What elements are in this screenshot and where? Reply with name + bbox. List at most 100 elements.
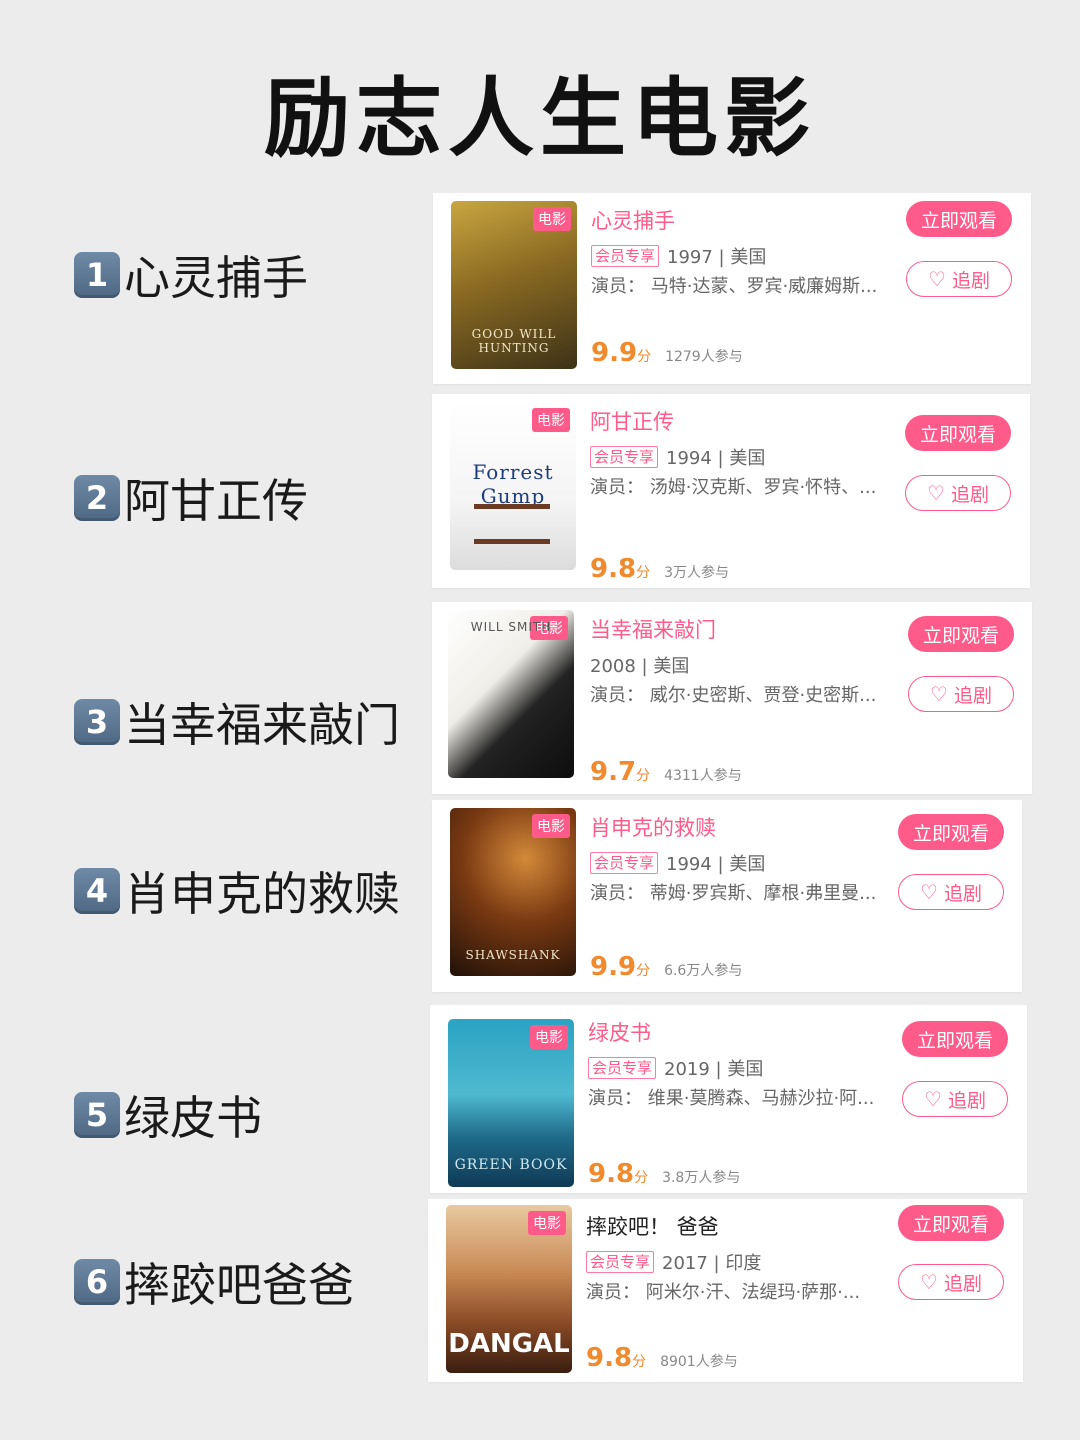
movie-poster[interactable]: 电影 GREEN BOOK (448, 1019, 574, 1187)
score: 9.8 (586, 1343, 633, 1373)
score-unit: 分 (632, 1354, 647, 1370)
vip-tag: 会员专享 (590, 852, 659, 874)
watch-button[interactable]: 立即观看 (902, 1021, 1008, 1057)
score-unit: 分 (636, 963, 651, 979)
movie-poster[interactable]: 电影 GOOD WILL HUNTING (451, 201, 577, 369)
movie-title[interactable]: 绿皮书 (588, 1017, 651, 1047)
follow-label: 追剧 (953, 684, 992, 707)
movie-title[interactable]: 心灵捕手 (591, 205, 675, 235)
movie-card[interactable]: 电影 GOOD WILL HUNTING 心灵捕手 会员专享 1997 | 美国… (433, 193, 1031, 384)
list-item-name: 阿甘正传 (124, 474, 308, 528)
heart-icon: ♡ (930, 682, 948, 706)
participants: 6.6万人参与 (664, 963, 743, 979)
list-item: 1 心灵捕手 (74, 245, 308, 305)
movie-poster[interactable]: 电影 WILL SMITH (448, 610, 574, 778)
participants: 4311人参与 (664, 768, 742, 784)
follow-label: 追剧 (943, 1272, 982, 1295)
vip-tag: 会员专享 (588, 1057, 657, 1079)
follow-button[interactable]: ♡ 追剧 (902, 1081, 1008, 1117)
score-unit: 分 (637, 349, 652, 365)
score-unit: 分 (636, 768, 651, 784)
number-badge: 4 (74, 868, 120, 914)
participants: 1279人参与 (665, 349, 743, 365)
poster-caption: GREEN BOOK (454, 1157, 568, 1173)
watch-button[interactable]: 立即观看 (898, 814, 1004, 850)
score-unit: 分 (636, 565, 651, 581)
meta-row: 会员专享 2017 | 印度 (586, 1249, 761, 1275)
meta-row: 会员专享 1994 | 美国 (590, 850, 765, 876)
meta-row: 会员专享 1997 | 美国 (591, 243, 766, 269)
follow-label: 追剧 (943, 882, 982, 905)
list-item-name: 当幸福来敲门 (124, 698, 400, 752)
movie-card[interactable]: 电影 GREEN BOOK 绿皮书 会员专享 2019 | 美国 演员： 维果·… (430, 1005, 1027, 1193)
cast-row: 演员： 阿米尔·汗、法缇玛·萨那·... (586, 1282, 861, 1303)
list-item: 2 阿甘正传 (74, 468, 308, 528)
follow-label: 追剧 (947, 1089, 986, 1112)
movie-title[interactable]: 当幸福来敲门 (590, 614, 716, 644)
movie-poster[interactable]: 电影 DANGAL (446, 1205, 572, 1373)
poster-tag: 电影 (533, 207, 571, 231)
meta-row: 2008 | 美国 (590, 652, 689, 678)
movie-title[interactable]: 摔跤吧！ 爸爸 (586, 1211, 719, 1241)
follow-button[interactable]: ♡ 追剧 (898, 874, 1004, 910)
cast-row: 演员： 汤姆·汉克斯、罗宾·怀特、... (590, 477, 877, 498)
year-country: 2017 | 印度 (662, 1253, 762, 1274)
movie-title[interactable]: 肖申克的救赎 (590, 812, 716, 842)
score-row: 9.9 分 6.6万人参与 (590, 952, 742, 982)
number-badge: 2 (74, 475, 120, 521)
score-row: 9.8 分 3.8万人参与 (588, 1159, 740, 1189)
score-row: 9.8 分 8901人参与 (586, 1343, 738, 1373)
list-item: 6 摔跤吧爸爸 (74, 1252, 354, 1312)
movie-title[interactable]: 阿甘正传 (590, 406, 674, 436)
heart-icon: ♡ (920, 880, 938, 904)
watch-button[interactable]: 立即观看 (906, 201, 1012, 237)
year-country: 1994 | 美国 (666, 448, 766, 469)
movie-poster[interactable]: 电影 Forrest Gump (450, 402, 576, 570)
follow-button[interactable]: ♡ 追剧 (898, 1264, 1004, 1300)
score-unit: 分 (634, 1170, 649, 1186)
follow-label: 追剧 (950, 483, 989, 506)
movie-card[interactable]: 电影 WILL SMITH 当幸福来敲门 2008 | 美国 演员： 威尔·史密… (432, 602, 1032, 794)
list-item: 4 肖申克的救赎 (74, 861, 400, 921)
movie-card[interactable]: 电影 SHAWSHANK 肖申克的救赎 会员专享 1994 | 美国 演员： 蒂… (432, 800, 1022, 992)
year-country: 2008 | 美国 (590, 656, 690, 677)
movie-card[interactable]: 电影 Forrest Gump 阿甘正传 会员专享 1994 | 美国 演员： … (432, 394, 1030, 588)
meta-row: 会员专享 1994 | 美国 (590, 444, 765, 470)
bench-icon (474, 504, 550, 544)
cast-row: 演员： 维果·莫腾森、马赫沙拉·阿... (588, 1088, 875, 1109)
movie-poster[interactable]: 电影 SHAWSHANK (450, 808, 576, 976)
vip-tag: 会员专享 (591, 245, 660, 267)
poster-tag: 电影 (532, 814, 570, 838)
poster-caption: DANGAL (448, 1329, 570, 1359)
meta-row: 会员专享 2019 | 美国 (588, 1055, 763, 1081)
score: 9.7 (590, 757, 637, 787)
poster-tag: 电影 (530, 1025, 568, 1049)
score-row: 9.8 分 3万人参与 (590, 554, 729, 584)
list-item-name: 绿皮书 (124, 1091, 262, 1145)
list-item-name: 摔跤吧爸爸 (124, 1258, 354, 1312)
poster-tag: 电影 (528, 1211, 566, 1235)
score: 9.8 (590, 554, 637, 584)
watch-button[interactable]: 立即观看 (898, 1205, 1004, 1241)
vip-tag: 会员专享 (590, 446, 659, 468)
list-item: 3 当幸福来敲门 (74, 692, 400, 752)
movie-card[interactable]: 电影 DANGAL 摔跤吧！ 爸爸 会员专享 2017 | 印度 演员： 阿米尔… (428, 1199, 1023, 1382)
number-badge: 1 (74, 252, 120, 298)
participants: 3万人参与 (664, 565, 729, 581)
watch-button[interactable]: 立即观看 (908, 616, 1014, 652)
follow-button[interactable]: ♡ 追剧 (906, 261, 1012, 297)
number-badge: 5 (74, 1092, 120, 1138)
list-item-name: 肖申克的救赎 (124, 867, 400, 921)
score: 9.9 (590, 952, 637, 982)
watch-button[interactable]: 立即观看 (905, 415, 1011, 451)
follow-button[interactable]: ♡ 追剧 (908, 676, 1014, 712)
page-title: 励志人生电影 (264, 69, 816, 169)
year-country: 1997 | 美国 (667, 247, 767, 268)
score-row: 9.7 分 4311人参与 (590, 757, 742, 787)
list-item-name: 心灵捕手 (124, 251, 308, 305)
year-country: 1994 | 美国 (666, 854, 766, 875)
list-item: 5 绿皮书 (74, 1085, 262, 1145)
follow-button[interactable]: ♡ 追剧 (905, 475, 1011, 511)
score-row: 9.9 分 1279人参与 (591, 338, 743, 368)
participants: 3.8万人参与 (662, 1170, 741, 1186)
